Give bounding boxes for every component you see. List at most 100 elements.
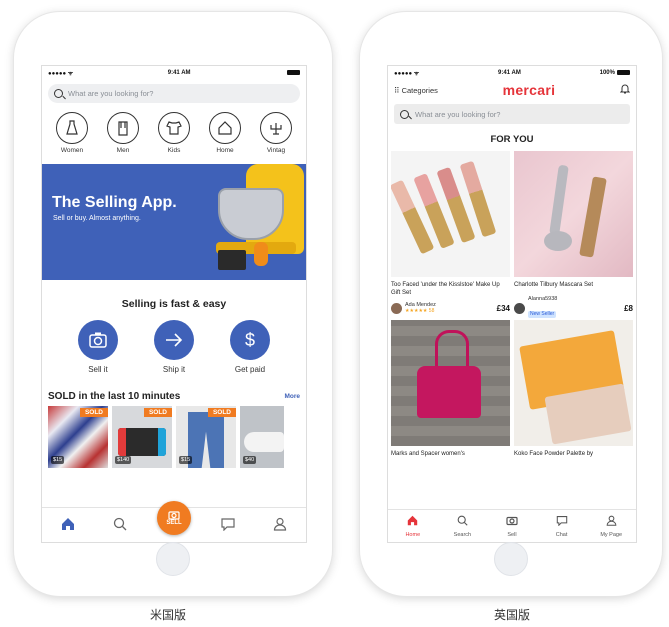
search-input[interactable]: What are you looking for? bbox=[48, 84, 300, 103]
camera-icon bbox=[168, 511, 180, 520]
sold-tag: SOLD bbox=[143, 408, 172, 417]
product-card[interactable]: Marks and Spacer women's bbox=[391, 320, 510, 466]
home-icon bbox=[62, 517, 74, 530]
mascara-gold-image bbox=[579, 176, 607, 258]
uk-screen: ●●●●● ᯤ 9:41 AM 100% ⠿ Categories mercar… bbox=[387, 65, 637, 543]
action-row: Sell it Ship it $ Get paid bbox=[42, 320, 306, 374]
section-title: Selling is fast & easy bbox=[121, 298, 227, 310]
camera-icon bbox=[506, 516, 518, 525]
sneaker-image bbox=[244, 432, 284, 452]
toy-image bbox=[254, 242, 268, 266]
banner-title: The Selling App. bbox=[52, 194, 177, 211]
product-price: £8 bbox=[624, 303, 633, 313]
category-label: Home bbox=[216, 147, 234, 154]
ship-it-button[interactable]: Ship it bbox=[144, 320, 204, 374]
sold-header: SOLD in the last 10 minutes More bbox=[42, 391, 306, 402]
search-placeholder: What are you looking for? bbox=[68, 89, 154, 98]
tab-label: My Page bbox=[600, 531, 623, 538]
get-paid-button[interactable]: $ Get paid bbox=[220, 320, 280, 374]
category-label: Kids bbox=[167, 147, 181, 154]
seller-info[interactable]: Alanna5938 New Seller bbox=[514, 296, 557, 320]
sold-item[interactable]: SOLD $140 bbox=[112, 406, 172, 468]
category-label: Vintag bbox=[266, 147, 286, 154]
status-time: 9:41 AM bbox=[167, 70, 191, 76]
arrow-right-icon bbox=[154, 320, 194, 360]
joycon-blue bbox=[158, 428, 166, 456]
tab-my-page[interactable]: My Page bbox=[591, 515, 631, 538]
sell-label: SELL bbox=[166, 520, 182, 526]
shirt-icon bbox=[107, 112, 139, 144]
chat-icon bbox=[556, 515, 567, 526]
product-image bbox=[391, 320, 510, 446]
candelabra-icon bbox=[260, 112, 292, 144]
caption-us: 米国版 bbox=[150, 608, 187, 622]
bell-icon[interactable] bbox=[619, 83, 631, 97]
category-vintage[interactable]: Vintag bbox=[254, 112, 298, 154]
sold-tag: SOLD bbox=[207, 408, 236, 417]
search-input[interactable]: What are you looking for? bbox=[394, 104, 630, 124]
carrier-signal: ●●●●● ᯤ bbox=[394, 71, 420, 77]
tab-home[interactable]: Home bbox=[393, 515, 433, 538]
grid-icon: ⠿ bbox=[394, 85, 400, 95]
tab-search[interactable]: Search bbox=[442, 515, 482, 538]
dollar-icon: $ bbox=[230, 320, 270, 360]
product-image bbox=[514, 320, 633, 446]
chat-icon bbox=[221, 517, 235, 531]
product-image bbox=[514, 151, 633, 277]
seller-name: Alanna5938 bbox=[528, 296, 558, 302]
sold-price: $40 bbox=[243, 456, 257, 464]
sell-button[interactable]: SELL bbox=[157, 501, 191, 535]
tab-profile[interactable] bbox=[265, 517, 295, 534]
category-home[interactable]: Home bbox=[203, 112, 247, 154]
product-meta: Alanna5938 New Seller £8 bbox=[514, 296, 633, 318]
category-men[interactable]: Men bbox=[101, 112, 145, 154]
mercari-logo: mercari bbox=[502, 82, 556, 98]
product-card[interactable]: Too Faced 'under the Kisslstoe' Make Up … bbox=[391, 151, 510, 316]
product-image bbox=[391, 151, 510, 277]
product-title: Too Faced 'under the Kisslstoe' Make Up … bbox=[391, 282, 500, 296]
tab-search[interactable] bbox=[105, 517, 135, 534]
sold-price: $15 bbox=[179, 456, 193, 464]
sold-item[interactable]: $40 bbox=[240, 406, 284, 468]
section-title: FOR YOU bbox=[490, 134, 534, 145]
rating-stars: ★★★★★ 58 bbox=[405, 308, 435, 314]
tab-home[interactable] bbox=[53, 517, 83, 534]
product-price: £34 bbox=[496, 303, 510, 313]
sold-item[interactable]: SOLD $15 bbox=[48, 406, 108, 468]
home-hardware-button[interactable] bbox=[494, 542, 528, 576]
category-women[interactable]: Women bbox=[50, 112, 94, 154]
new-seller-badge: New Seller bbox=[528, 311, 557, 318]
camera-icon bbox=[78, 320, 118, 360]
search-icon bbox=[54, 89, 63, 98]
onesie-icon bbox=[158, 112, 190, 144]
product-card[interactable]: Koko Face Powder Palette by bbox=[514, 320, 633, 466]
more-link[interactable]: More bbox=[284, 393, 300, 400]
tab-bar: Home Search Sell Chat My Page bbox=[388, 509, 636, 542]
tab-label: Home bbox=[405, 531, 421, 538]
tab-bar: SELL bbox=[42, 501, 306, 542]
avatar bbox=[514, 302, 525, 314]
sold-title: SOLD in the last 10 minutes bbox=[48, 391, 181, 402]
joycon-red bbox=[118, 428, 126, 456]
categories-button[interactable]: ⠿ Categories bbox=[394, 86, 438, 95]
tab-sell[interactable]: Sell bbox=[492, 515, 532, 538]
category-kids[interactable]: Kids bbox=[152, 112, 196, 154]
status-bar: ●●●●● ᯤ 9:41 AM bbox=[42, 66, 306, 80]
product-title: Koko Face Powder Palette by bbox=[514, 451, 594, 457]
tab-messages[interactable] bbox=[213, 517, 243, 534]
product-card[interactable]: Charlotte Tilbury Mascara Set Alanna5938… bbox=[514, 151, 633, 318]
action-label: Sell it bbox=[88, 365, 108, 374]
category-row: Women Men Kids Home Vintag bbox=[42, 107, 306, 154]
curler-image bbox=[544, 231, 572, 251]
mixer-bowl-image bbox=[218, 188, 284, 240]
product-title: Charlotte Tilbury Mascara Set bbox=[514, 282, 594, 288]
home-hardware-button[interactable] bbox=[156, 542, 190, 576]
seller-info[interactable]: Ada Mendez ★★★★★ 58 bbox=[391, 302, 436, 314]
jeans-image bbox=[188, 412, 224, 468]
promo-banner[interactable]: The Selling App. Sell or buy. Almost any… bbox=[42, 164, 306, 280]
search-icon bbox=[113, 517, 127, 530]
sold-item[interactable]: SOLD $15 bbox=[176, 406, 236, 468]
sell-it-button[interactable]: Sell it bbox=[68, 320, 128, 374]
sold-carousel[interactable]: SOLD $15 SOLD $140 SOLD $15 $40 bbox=[42, 402, 306, 468]
tab-chat[interactable]: Chat bbox=[542, 515, 582, 538]
